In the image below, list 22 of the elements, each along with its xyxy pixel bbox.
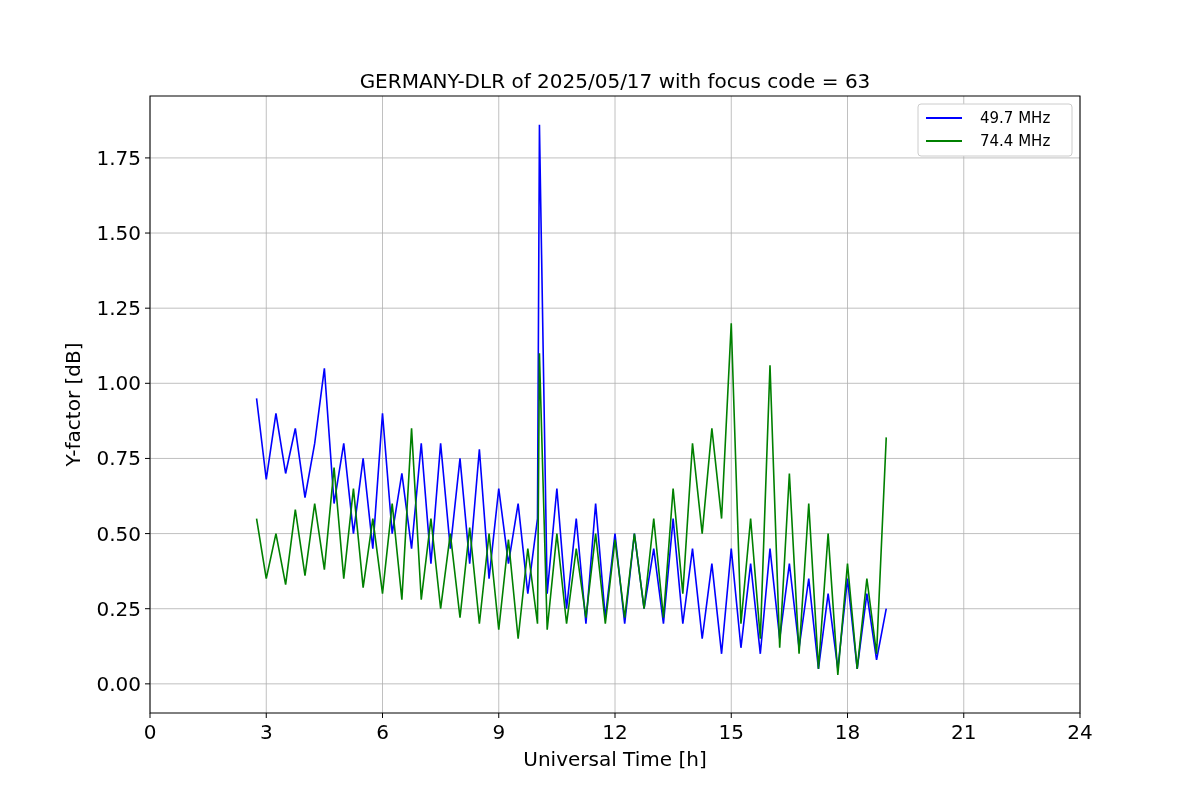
- y-axis-label: Y-factor [dB]: [61, 342, 85, 467]
- x-tick-label: 9: [492, 720, 506, 744]
- y-tick-label: 1.50: [96, 221, 141, 246]
- x-tick-label: 6: [376, 720, 389, 744]
- y-tick-label: 0.25: [96, 596, 141, 621]
- y-tick-label: 1.25: [96, 296, 141, 321]
- x-tick-label: 24: [1067, 720, 1093, 744]
- legend-label: 49.7 MHz: [980, 109, 1051, 127]
- y-tick-label: 0.50: [96, 521, 141, 546]
- y-tick-label: 1.00: [96, 371, 141, 396]
- x-axis-label: Universal Time [h]: [523, 747, 707, 771]
- y-tick-label: 0.00: [96, 671, 141, 696]
- x-tick-label: 21: [951, 720, 977, 744]
- x-tick-label: 12: [602, 720, 628, 744]
- legend-label: 74.4 MHz: [980, 132, 1051, 150]
- y-tick-label: 0.75: [96, 446, 141, 471]
- chart-title: GERMANY-DLR of 2025/05/17 with focus code = 63: [359, 69, 871, 93]
- x-tick-label: 15: [718, 720, 744, 744]
- x-tick-label: 3: [259, 720, 273, 744]
- x-tick-label: 0: [143, 720, 157, 744]
- x-tick-label: 18: [834, 720, 861, 744]
- y-tick-label: 1.75: [96, 145, 141, 170]
